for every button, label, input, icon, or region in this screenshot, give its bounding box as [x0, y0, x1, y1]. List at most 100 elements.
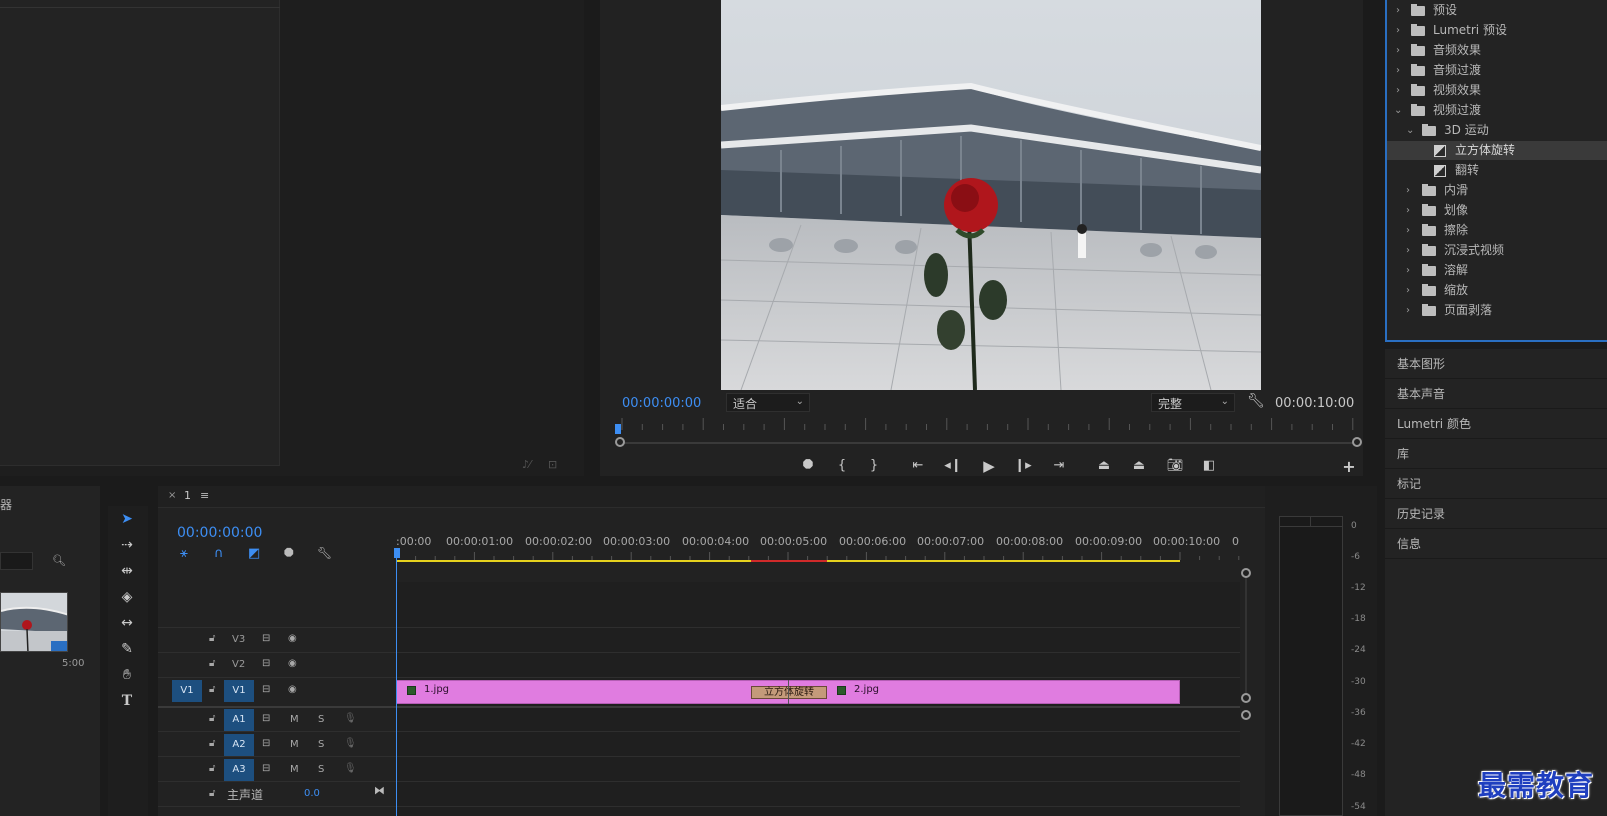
source-patch-v1[interactable]: V1	[172, 680, 202, 702]
add-button-icon[interactable]: +	[1339, 458, 1359, 476]
effects-item[interactable]: › 沉浸式视频	[1387, 241, 1607, 260]
microphone-icon[interactable]: 🎙︎	[344, 713, 357, 724]
wrench-icon[interactable]: 🔧︎	[1247, 393, 1265, 409]
mute-button[interactable]: M	[290, 714, 299, 725]
program-zoom-bar[interactable]	[622, 442, 1359, 444]
effects-item[interactable]: › 溶解	[1387, 261, 1607, 280]
effects-item[interactable]: › 划像	[1387, 201, 1607, 220]
effects-item[interactable]: › 音频效果	[1387, 41, 1607, 60]
track-target-v1[interactable]: V1	[224, 680, 254, 702]
zoom-handle-right[interactable]	[1352, 437, 1362, 447]
lock-icon[interactable]: 🔓︎	[209, 713, 215, 724]
effects-item[interactable]: › 预设	[1387, 1, 1607, 20]
project-search-input[interactable]	[0, 552, 33, 570]
slip-tool-icon[interactable]: ↔	[116, 612, 138, 634]
comparison-view-icon[interactable]: ◧	[1199, 457, 1219, 475]
go-to-end-icon[interactable]: ⧓	[374, 784, 385, 797]
ripple-edit-tool-icon[interactable]: ⇹	[116, 560, 138, 582]
solo-button[interactable]: S	[318, 714, 324, 725]
mark-in-icon[interactable]: {	[832, 457, 852, 475]
lock-icon[interactable]: 🔓︎	[209, 738, 215, 749]
export-frame-icon[interactable]: ⊡	[548, 458, 557, 471]
microphone-icon[interactable]: 🎙︎	[344, 738, 357, 749]
track-target-a3[interactable]: A3	[224, 759, 254, 781]
lock-icon[interactable]: 🔓︎	[209, 788, 215, 799]
panel-info[interactable]: 信息	[1385, 529, 1607, 559]
microphone-icon[interactable]: 🎙︎	[344, 763, 357, 774]
track-target-a2[interactable]: A2	[224, 734, 254, 756]
timeline-playhead[interactable]	[396, 552, 397, 816]
audio-icon[interactable]: ♪⁄	[522, 458, 531, 471]
camera-icon[interactable]: 📷︎	[1165, 457, 1185, 475]
type-tool-icon[interactable]: T	[116, 690, 138, 712]
lock-icon[interactable]: 🔓︎	[209, 763, 215, 774]
effects-item[interactable]: 翻转	[1387, 161, 1607, 180]
scroll-handle-top[interactable]	[1241, 568, 1251, 578]
snap-icon[interactable]: ∩	[214, 546, 224, 561]
master-volume-value[interactable]: 0.0	[304, 788, 320, 799]
video-scrollbar[interactable]	[1245, 578, 1247, 696]
panel-essential-sound[interactable]: 基本声音	[1385, 379, 1607, 409]
quality-dropdown[interactable]: 完整 ⌄	[1151, 393, 1235, 412]
solo-button[interactable]: S	[318, 764, 324, 775]
project-panel-tab[interactable]: 器	[0, 496, 12, 513]
panel-history[interactable]: 历史记录	[1385, 499, 1607, 529]
go-to-in-icon[interactable]: ⇤	[908, 457, 928, 475]
sync-lock-icon[interactable]: ⊟	[262, 713, 270, 724]
sync-lock-icon[interactable]: ⊟	[262, 738, 270, 749]
timeline-playhead-handle[interactable]	[394, 548, 400, 558]
eye-icon[interactable]: ◉	[288, 658, 297, 669]
panel-markers[interactable]: 标记	[1385, 469, 1607, 499]
add-marker-icon[interactable]: ⯃	[284, 546, 294, 561]
edit-point[interactable]	[788, 680, 789, 704]
pen-tool-icon[interactable]: ✎	[116, 638, 138, 660]
program-time-ruler[interactable]	[618, 418, 1363, 430]
menu-icon[interactable]: ≡	[200, 489, 209, 502]
track-select-tool-icon[interactable]: ⇢	[116, 534, 138, 556]
scroll-handle-bottom[interactable]	[1241, 693, 1251, 703]
sync-lock-icon[interactable]: ⊟	[262, 763, 270, 774]
lock-icon[interactable]: 🔓︎	[209, 658, 215, 669]
effects-item[interactable]: › 页面剥落	[1387, 301, 1607, 320]
fit-dropdown[interactable]: 适合 ⌄	[726, 393, 810, 412]
sync-lock-icon[interactable]: ⊟	[262, 684, 270, 695]
panel-libraries[interactable]: 库	[1385, 439, 1607, 469]
lock-icon[interactable]: 🔓︎	[209, 684, 215, 695]
panel-divider[interactable]	[0, 476, 1363, 486]
razor-tool-icon[interactable]: ◈	[116, 586, 138, 608]
lift-icon[interactable]: ⏏	[1094, 457, 1114, 475]
effects-item[interactable]: › 缩放	[1387, 281, 1607, 300]
program-playhead[interactable]	[615, 424, 621, 434]
panel-divider[interactable]	[584, 0, 600, 476]
effects-item-selected[interactable]: 立方体旋转	[1387, 141, 1607, 160]
effects-item[interactable]: ⌄ 视频过渡	[1387, 101, 1607, 120]
marker-icon[interactable]: ⯃	[798, 457, 818, 475]
effects-item[interactable]: › 视频效果	[1387, 81, 1607, 100]
extract-icon[interactable]: ⏏	[1129, 457, 1149, 475]
linked-selection-icon[interactable]: ◩	[248, 546, 260, 561]
timeline-timecode[interactable]: 00:00:00:00	[177, 525, 262, 541]
eye-icon[interactable]: ◉	[288, 633, 297, 644]
project-thumbnail[interactable]	[0, 592, 68, 652]
program-current-timecode[interactable]: 00:00:00:00	[622, 396, 701, 411]
find-icon[interactable]: 🔍︎	[52, 554, 66, 567]
lock-icon[interactable]: 🔓︎	[209, 633, 215, 644]
effects-item[interactable]: › 内滑	[1387, 181, 1607, 200]
nest-icon[interactable]: ⚹	[180, 546, 188, 561]
sequence-tab[interactable]: 1	[184, 489, 191, 502]
close-icon[interactable]: ×	[168, 490, 176, 501]
sync-lock-icon[interactable]: ⊟	[262, 658, 270, 669]
sync-lock-icon[interactable]: ⊟	[262, 633, 270, 644]
go-to-out-icon[interactable]: ⇥	[1049, 457, 1069, 475]
scroll-handle-audio[interactable]	[1241, 710, 1251, 720]
mute-button[interactable]: M	[290, 764, 299, 775]
mute-button[interactable]: M	[290, 739, 299, 750]
play-icon[interactable]: ▶	[979, 457, 999, 475]
effects-item[interactable]: ⌄ 3D 运动	[1387, 121, 1607, 140]
selection-tool-icon[interactable]: ➤	[116, 508, 138, 530]
eye-icon[interactable]: ◉	[288, 684, 297, 695]
hand-tool-icon[interactable]: ✋︎	[116, 664, 138, 686]
panel-essential-graphics[interactable]: 基本图形	[1385, 349, 1607, 379]
solo-button[interactable]: S	[318, 739, 324, 750]
mark-out-icon[interactable]: }	[864, 457, 884, 475]
